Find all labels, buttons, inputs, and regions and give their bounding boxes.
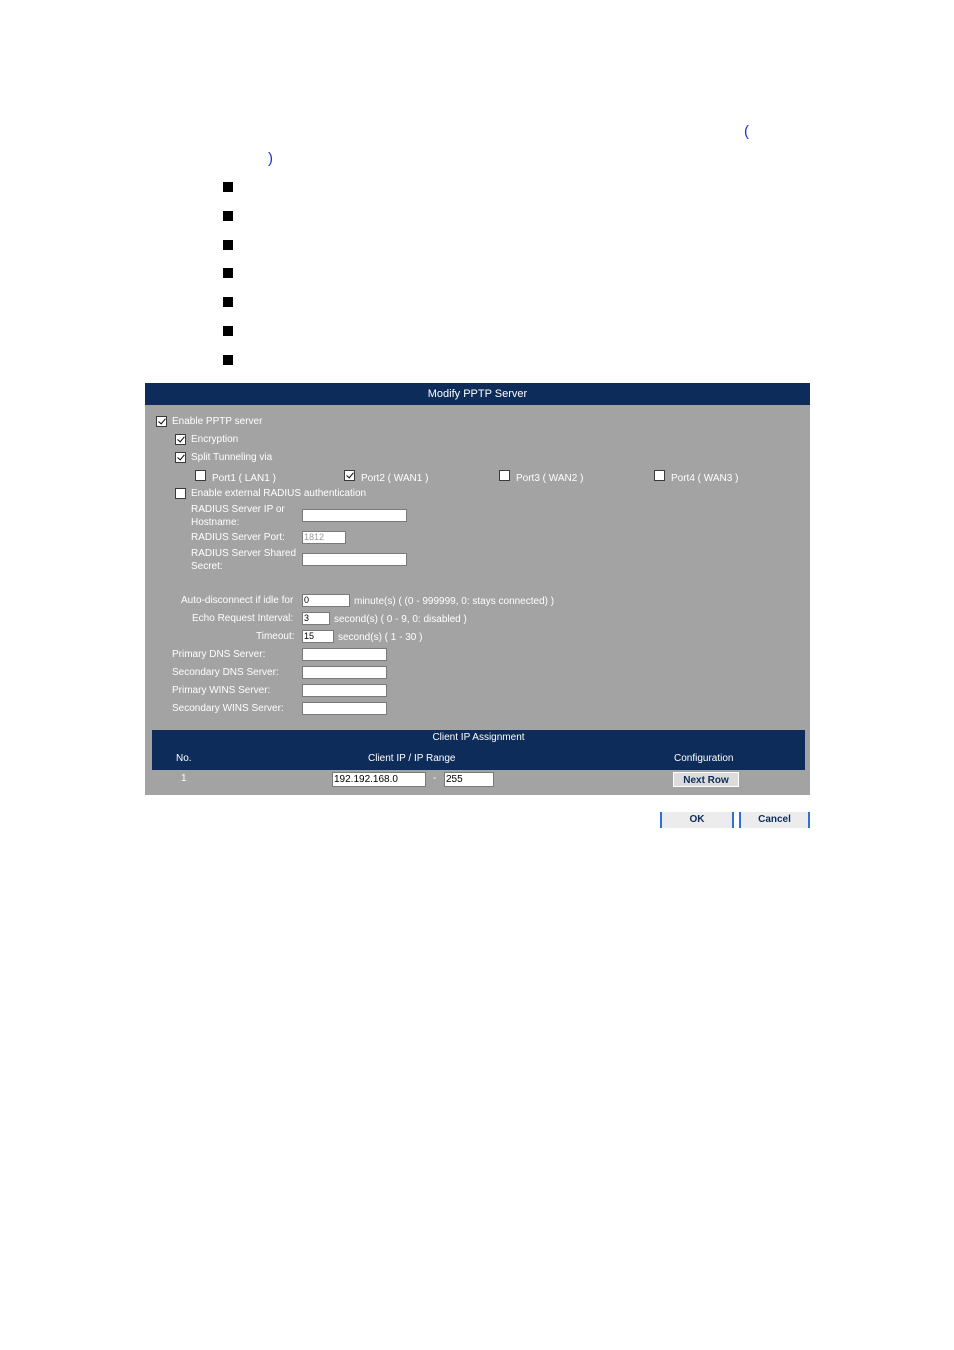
timeout-input[interactable]: 15 [302, 630, 334, 643]
primary-wins-label: Primary WINS Server: [172, 685, 271, 696]
bullet-marker [223, 268, 233, 278]
next-row-button[interactable]: Next Row [673, 772, 739, 787]
radius-checkbox[interactable] [175, 488, 186, 499]
cancel-button[interactable]: Cancel [739, 812, 810, 828]
port3-label: Port3 ( WAN2 ) [516, 473, 584, 484]
bullet-marker [223, 355, 233, 365]
radius-port-label: RADIUS Server Port: [191, 532, 285, 543]
bullet-marker [223, 326, 233, 336]
radius-label: Enable external RADIUS authentication [191, 488, 367, 499]
echo-interval-input[interactable]: 3 [302, 612, 330, 625]
ip-range-separator: - [433, 773, 437, 784]
radius-server-ip-label-2: Hostname: [191, 517, 240, 528]
port1-checkbox[interactable] [195, 470, 206, 481]
port3-checkbox[interactable] [499, 470, 510, 481]
secondary-wins-label: Secondary WINS Server: [172, 703, 284, 714]
column-header-configuration: Configuration [674, 753, 734, 764]
radius-secret-label: RADIUS Server Shared [191, 548, 297, 559]
radius-server-ip-input[interactable] [302, 509, 407, 522]
bullet-marker [223, 211, 233, 221]
timeout-hint: second(s) ( 1 - 30 ) [338, 632, 423, 643]
ip-range-end-input[interactable]: 255 [444, 772, 494, 787]
port4-checkbox[interactable] [654, 470, 665, 481]
open-paren: ( [744, 123, 749, 140]
encryption-label: Encryption [191, 434, 239, 445]
bullet-marker [223, 182, 233, 192]
port2-checkbox[interactable] [344, 470, 355, 481]
enable-pptp-label: Enable PPTP server [172, 416, 263, 427]
primary-dns-label: Primary DNS Server: [172, 649, 266, 660]
column-header-no: No. [176, 753, 192, 764]
radius-server-ip-label: RADIUS Server IP or [191, 504, 285, 515]
auto-disconnect-label: Auto-disconnect if idle for [181, 595, 294, 606]
bullet-marker [223, 240, 233, 250]
port1-label: Port1 ( LAN1 ) [212, 473, 276, 484]
close-paren: ) [268, 150, 273, 167]
radius-secret-input[interactable] [302, 553, 407, 566]
primary-wins-input[interactable] [302, 684, 387, 697]
secondary-dns-input[interactable] [302, 666, 387, 679]
bullet-marker [223, 297, 233, 307]
echo-interval-hint: second(s) ( 0 - 9, 0: disabled ) [334, 614, 467, 625]
split-tunneling-label: Split Tunneling via [191, 452, 273, 463]
client-ip-assignment-header: Client IP Assignment No. Client IP / IP … [152, 730, 805, 770]
secondary-wins-input[interactable] [302, 702, 387, 715]
radius-secret-label-2: Secret: [191, 561, 223, 572]
modify-pptp-server-panel: Modify PPTP Server Enable PPTP server En… [145, 383, 810, 795]
secondary-dns-label: Secondary DNS Server: [172, 667, 279, 678]
encryption-checkbox[interactable] [175, 434, 186, 445]
panel-title: Modify PPTP Server [145, 383, 810, 405]
column-header-ip-range: Client IP / IP Range [368, 753, 456, 764]
primary-dns-input[interactable] [302, 648, 387, 661]
row-number: 1 [181, 773, 187, 784]
radius-port-input[interactable]: 1812 [302, 531, 346, 544]
port2-label: Port2 ( WAN1 ) [361, 473, 429, 484]
ok-button[interactable]: OK [660, 812, 734, 828]
auto-disconnect-hint: minute(s) ( (0 - 999999, 0: stays connec… [354, 596, 555, 607]
client-ip-assignment-title: Client IP Assignment [432, 732, 525, 743]
timeout-label: Timeout: [256, 631, 295, 642]
auto-disconnect-input[interactable]: 0 [302, 594, 350, 607]
echo-interval-label: Echo Request Interval: [192, 613, 294, 624]
ip-range-start-input[interactable]: 192.192.168.0 [332, 772, 426, 787]
enable-pptp-checkbox[interactable] [156, 416, 167, 427]
split-tunneling-checkbox[interactable] [175, 452, 186, 463]
port4-label: Port4 ( WAN3 ) [671, 473, 739, 484]
